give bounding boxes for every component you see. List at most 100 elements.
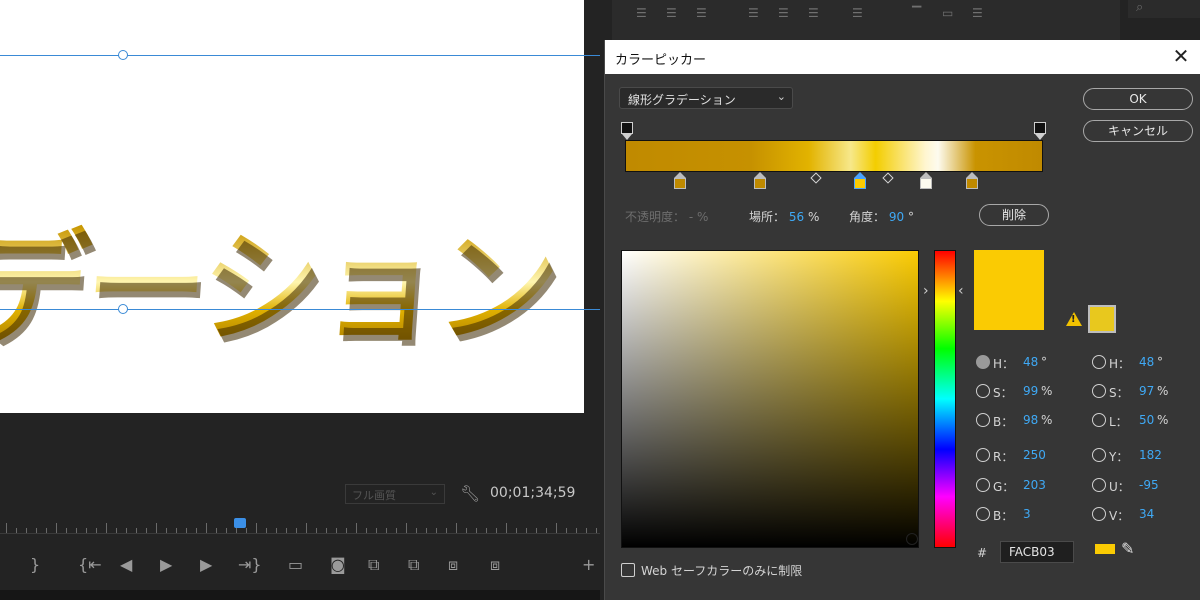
radio-rgb-r[interactable] [976, 448, 990, 462]
color-stop[interactable] [920, 172, 932, 190]
ruler-tick [36, 528, 37, 533]
location-value[interactable]: 56 [789, 210, 804, 224]
time-ruler[interactable] [0, 516, 600, 534]
radio-hsl-l[interactable] [1092, 413, 1106, 427]
radio-hsb-b[interactable] [976, 413, 990, 427]
hsb-h-value[interactable]: 48 [1023, 355, 1038, 369]
midpoint-diamond[interactable] [810, 172, 822, 184]
playhead[interactable] [234, 518, 246, 528]
hsl-s-value[interactable]: 97 [1139, 384, 1154, 398]
yuv-y-value[interactable]: 182 [1139, 448, 1162, 462]
justify-right-icon[interactable]: ☰ [808, 6, 819, 20]
hsl-h-value[interactable]: 48 [1139, 355, 1154, 369]
extract-icon[interactable]: ⧈ [490, 555, 500, 575]
hue-arrow-left-icon[interactable]: › [923, 283, 929, 299]
search-icon[interactable]: ⌕ [1128, 0, 1200, 18]
justify-all-icon[interactable]: ☰ [852, 6, 863, 20]
radio-yuv-y[interactable] [1092, 448, 1106, 462]
camera-icon[interactable]: ◙ [330, 555, 346, 574]
mark-out-icon[interactable]: } [30, 555, 40, 574]
bounding-box-bottom-edge[interactable] [0, 309, 600, 310]
transform-handle-top[interactable] [118, 50, 128, 60]
gradient-type-select[interactable]: 線形グラデーション ⌄ [619, 87, 793, 109]
ruler-tick [226, 528, 227, 533]
timecode[interactable]: 00;01;34;59 [490, 485, 575, 501]
safe-margins-icon[interactable]: ▭ [288, 555, 303, 574]
midpoint-diamond[interactable] [882, 172, 894, 184]
ruler-tick [586, 528, 587, 533]
opacity-stop-right[interactable] [1034, 122, 1046, 140]
hex-input[interactable]: FACB03 [1000, 541, 1074, 563]
align-bottom-icon[interactable]: ☰ [972, 6, 983, 20]
align-left-icon[interactable]: ☰ [636, 6, 647, 20]
ruler-tick [146, 528, 147, 533]
rgb-b-value[interactable]: 3 [1023, 507, 1031, 521]
align-right-icon[interactable]: ☰ [696, 6, 707, 20]
align-center-icon[interactable]: ☰ [666, 6, 677, 20]
radio-yuv-u[interactable] [1092, 478, 1106, 492]
location-unit: % [807, 210, 820, 224]
go-to-out-icon[interactable]: ⇥} [238, 555, 262, 574]
color-stop[interactable] [674, 172, 686, 190]
go-to-in-icon[interactable]: {⇤ [78, 555, 102, 574]
hsb-b-value[interactable]: 98 [1023, 413, 1038, 427]
transform-handle-bottom[interactable] [118, 304, 128, 314]
ok-button[interactable]: OK [1083, 88, 1193, 110]
insert-icon[interactable]: ⧉ [368, 555, 379, 575]
hue-slider[interactable] [934, 250, 956, 548]
radio-rgb-b[interactable] [976, 507, 990, 521]
websafe-checkbox[interactable] [621, 563, 635, 577]
ruler-tick [196, 528, 197, 533]
angle-value[interactable]: 90 [889, 210, 904, 224]
saturation-brightness-field[interactable] [621, 250, 919, 548]
radio-hsb-h[interactable] [976, 355, 990, 369]
color-cursor[interactable] [906, 533, 918, 545]
transport-controls: } {⇤ ◀︎ ▶︎ ▶︎ ⇥} ▭ ◙ ⧉ ⧉ ⧈ ⧈ + [0, 555, 600, 583]
title-text[interactable]: デーション [0, 190, 562, 367]
ruler-tick [326, 528, 327, 533]
lift-icon[interactable]: ⧈ [448, 555, 458, 575]
align-middle-icon[interactable]: ▭ [942, 6, 953, 20]
yuv-u-value[interactable]: -95 [1139, 478, 1159, 492]
video-canvas[interactable]: デーション [0, 0, 584, 413]
gradient-bar[interactable] [625, 140, 1043, 172]
rgb-r-value[interactable]: 250 [1023, 448, 1046, 462]
gamut-color-swatch[interactable] [1088, 305, 1116, 333]
justify-left-icon[interactable]: ☰ [748, 6, 759, 20]
ruler-tick [26, 528, 27, 533]
out-of-gamut-warning-icon[interactable]: ! [1066, 312, 1082, 326]
hsl-l-value[interactable]: 50 [1139, 413, 1154, 427]
resolution-select[interactable]: フル画質 ⌄ [345, 484, 445, 504]
cancel-button[interactable]: キャンセル [1083, 120, 1193, 142]
play-icon[interactable]: ▶︎ [160, 555, 172, 574]
radio-hsb-s[interactable] [976, 384, 990, 398]
close-icon[interactable]: ✕ [1169, 44, 1193, 68]
ruler-tick [426, 528, 427, 533]
delete-button[interactable]: 削除 [979, 204, 1049, 226]
color-stop[interactable] [754, 172, 766, 190]
color-stop[interactable] [966, 172, 978, 190]
hex-hash-label: # [977, 546, 988, 560]
radio-rgb-g[interactable] [976, 478, 990, 492]
justify-center-icon[interactable]: ☰ [778, 6, 789, 20]
ruler-tick [456, 523, 457, 533]
align-top-icon[interactable]: ▔ [912, 6, 921, 20]
radio-yuv-v[interactable] [1092, 507, 1106, 521]
add-button-icon[interactable]: + [582, 555, 595, 574]
yuv-v-value[interactable]: 34 [1139, 507, 1154, 521]
radio-hsl-s[interactable] [1092, 384, 1106, 398]
radio-hsl-h[interactable] [1092, 355, 1106, 369]
eyedropper-icon[interactable]: ✎ [1121, 539, 1134, 558]
hsb-s-value[interactable]: 99 [1023, 384, 1038, 398]
overwrite-icon[interactable]: ⧉ [408, 555, 419, 575]
step-back-icon[interactable]: ◀︎ [120, 555, 132, 574]
color-stop[interactable] [854, 172, 866, 190]
wrench-icon[interactable]: 🔧︎ [460, 484, 480, 503]
bounding-box-top-edge[interactable] [0, 55, 600, 56]
hsb-b-label: B： [993, 415, 1014, 429]
new-color-swatch [974, 250, 1044, 330]
step-forward-icon[interactable]: ▶︎ [200, 555, 212, 574]
opacity-stop-left[interactable] [621, 122, 633, 140]
rgb-g-value[interactable]: 203 [1023, 478, 1046, 492]
hue-arrow-right-icon[interactable]: ‹ [958, 283, 964, 299]
